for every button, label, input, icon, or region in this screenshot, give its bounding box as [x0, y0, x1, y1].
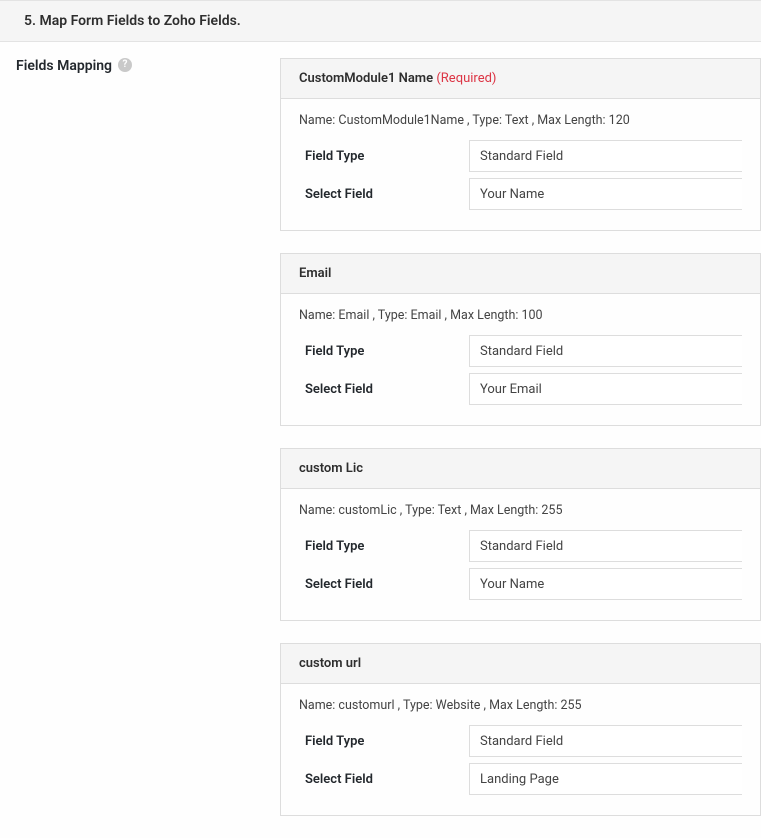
form-row-field-type: Field TypeStandard Field	[299, 335, 742, 367]
mapping-card: custom Lic Name: customLic , Type: Text ,…	[280, 448, 761, 621]
fields-mapping-label: Fields Mapping	[16, 58, 112, 74]
card-body: Name: CustomModule1Name , Type: Text , M…	[281, 99, 760, 230]
help-icon[interactable]: ?	[118, 58, 132, 72]
form-row-select-field: Select FieldYour Name	[299, 178, 742, 210]
select-field-select[interactable]: Your Name	[469, 178, 742, 210]
field-type-select[interactable]: Standard Field	[469, 140, 742, 172]
card-title: Email	[299, 266, 331, 281]
field-type-select[interactable]: Standard Field	[469, 530, 742, 562]
field-meta: Name: customurl , Type: Website , Max Le…	[299, 698, 742, 713]
field-meta: Name: CustomModule1Name , Type: Text , M…	[299, 113, 742, 128]
form-row-field-type: Field TypeStandard Field	[299, 140, 742, 172]
field-type-label: Field Type	[299, 344, 469, 359]
select-field-select[interactable]: Your Email	[469, 373, 742, 405]
mapping-card: Email Name: Email , Type: Email , Max Len…	[280, 253, 761, 426]
section-header: 5. Map Form Fields to Zoho Fields.	[0, 0, 761, 42]
form-row-select-field: Select FieldYour Name	[299, 568, 742, 600]
select-field-label: Select Field	[299, 382, 469, 397]
required-badge: (Required)	[436, 71, 496, 86]
card-header: custom Lic	[281, 449, 760, 489]
mapping-card: CustomModule1 Name (Required) Name: Custo…	[280, 58, 761, 231]
mapping-cards-container: CustomModule1 Name (Required) Name: Custo…	[280, 58, 761, 838]
select-field-label: Select Field	[299, 187, 469, 202]
select-field-select[interactable]: Landing Page	[469, 763, 742, 795]
card-title: custom Lic	[299, 461, 363, 476]
select-field-label: Select Field	[299, 577, 469, 592]
field-meta: Name: Email , Type: Email , Max Length: …	[299, 308, 742, 323]
field-type-label: Field Type	[299, 734, 469, 749]
card-title: custom url	[299, 656, 361, 671]
card-body: Name: Email , Type: Email , Max Length: …	[281, 294, 760, 425]
section-title: 5. Map Form Fields to Zoho Fields.	[24, 13, 241, 29]
form-row-select-field: Select FieldLanding Page	[299, 763, 742, 795]
card-header: CustomModule1 Name (Required)	[281, 59, 760, 99]
field-meta: Name: customLic , Type: Text , Max Lengt…	[299, 503, 742, 518]
card-body: Name: customLic , Type: Text , Max Lengt…	[281, 489, 760, 620]
form-row-select-field: Select FieldYour Email	[299, 373, 742, 405]
card-header: Email	[281, 254, 760, 294]
card-header: custom url	[281, 644, 760, 684]
form-row-field-type: Field TypeStandard Field	[299, 530, 742, 562]
select-field-label: Select Field	[299, 772, 469, 787]
card-title: CustomModule1 Name	[299, 71, 433, 86]
fields-mapping-label-wrap: Fields Mapping ?	[0, 58, 280, 838]
content-area: Fields Mapping ? CustomModule1 Name (Req…	[0, 42, 761, 838]
field-type-label: Field Type	[299, 149, 469, 164]
field-type-select[interactable]: Standard Field	[469, 335, 742, 367]
select-field-select[interactable]: Your Name	[469, 568, 742, 600]
field-type-label: Field Type	[299, 539, 469, 554]
card-body: Name: customurl , Type: Website , Max Le…	[281, 684, 760, 815]
